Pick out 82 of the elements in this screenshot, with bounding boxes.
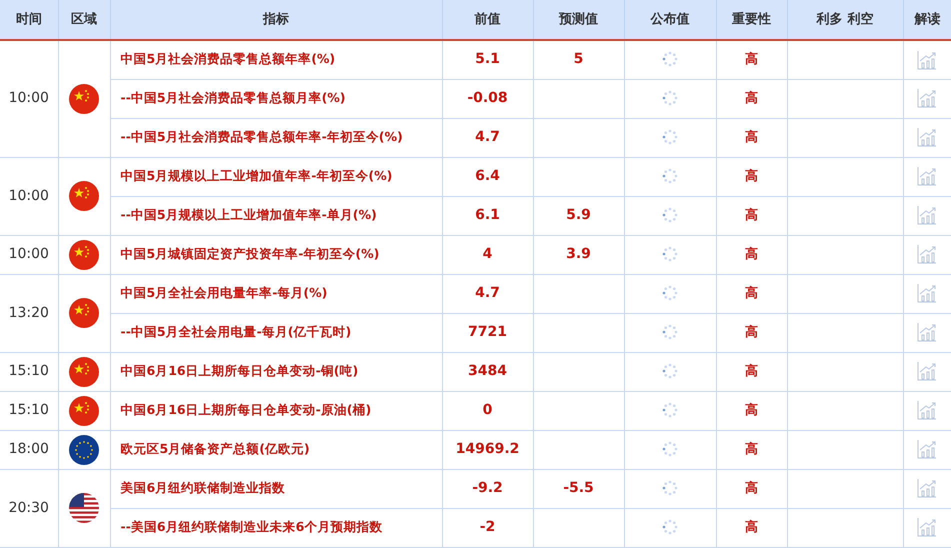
loading-icon bbox=[662, 246, 678, 262]
previous-value: 6.4 bbox=[475, 168, 500, 184]
previous-value: 0 bbox=[482, 402, 492, 418]
chart-icon[interactable] bbox=[917, 205, 937, 226]
importance-text: 高 bbox=[745, 168, 758, 184]
china-flag-icon bbox=[69, 240, 99, 270]
time-text: 15:10 bbox=[8, 363, 49, 379]
time-text: 10:00 bbox=[8, 188, 49, 204]
loading-icon bbox=[662, 285, 678, 302]
china-flag-icon bbox=[69, 298, 99, 328]
chart-icon[interactable] bbox=[917, 400, 937, 420]
previous-value: 14969.2 bbox=[456, 441, 520, 457]
loading-icon bbox=[662, 168, 678, 184]
previous-value: 7721 bbox=[468, 324, 507, 340]
importance-text: 高 bbox=[745, 324, 758, 340]
loading-icon bbox=[662, 207, 678, 224]
loading-icon bbox=[662, 363, 678, 380]
loading-icon bbox=[662, 480, 678, 496]
loading-icon bbox=[662, 51, 678, 68]
column-header: 指标 bbox=[263, 12, 289, 27]
chart-icon[interactable] bbox=[917, 283, 937, 304]
column-header: 预测值 bbox=[559, 12, 598, 27]
time-text: 10:00 bbox=[8, 246, 49, 262]
china-flag-icon bbox=[69, 84, 99, 114]
importance-text: 高 bbox=[745, 286, 758, 301]
importance-text: 高 bbox=[745, 90, 758, 106]
chart-icon[interactable] bbox=[917, 439, 937, 460]
importance-text: 高 bbox=[745, 442, 758, 457]
importance-text: 高 bbox=[745, 130, 758, 145]
loading-icon bbox=[662, 90, 678, 106]
column-header: 前值 bbox=[474, 12, 500, 27]
time-text: 13:20 bbox=[8, 304, 49, 320]
forecast-value: 5.9 bbox=[566, 207, 591, 223]
chart-icon[interactable] bbox=[917, 361, 937, 382]
previous-value: 4.7 bbox=[475, 129, 500, 145]
chart-icon[interactable] bbox=[917, 88, 937, 108]
column-header: 公布值 bbox=[650, 12, 690, 27]
previous-value: 4 bbox=[482, 246, 492, 262]
time-text: 18:00 bbox=[8, 441, 49, 457]
chart-icon[interactable] bbox=[917, 517, 937, 538]
column-header: 时间 bbox=[16, 12, 42, 27]
time-text: 15:10 bbox=[8, 402, 49, 418]
loading-icon bbox=[662, 402, 678, 418]
chart-icon[interactable] bbox=[917, 478, 937, 498]
importance-text: 高 bbox=[745, 520, 758, 535]
china-flag-icon bbox=[69, 181, 99, 211]
loading-icon bbox=[662, 441, 678, 458]
indicator-link[interactable]: 美国6月纽约联储制造业指数 bbox=[120, 480, 286, 496]
importance-text: 高 bbox=[745, 208, 758, 223]
eu-flag-icon bbox=[69, 434, 99, 464]
column-header: 区域 bbox=[71, 12, 97, 27]
time-text: 10:00 bbox=[8, 90, 49, 106]
previous-value: -0.08 bbox=[467, 90, 508, 106]
forecast-value: -5.5 bbox=[563, 480, 594, 496]
previous-value: 4.7 bbox=[475, 285, 500, 301]
importance-text: 高 bbox=[745, 246, 758, 262]
previous-value: 3484 bbox=[468, 363, 507, 379]
previous-value: 6.1 bbox=[475, 207, 500, 223]
loading-icon bbox=[662, 519, 678, 536]
previous-value: 5.1 bbox=[475, 51, 500, 68]
previous-value: -9.2 bbox=[472, 480, 503, 496]
column-header: 利多 利空 bbox=[816, 12, 874, 27]
chart-icon[interactable] bbox=[917, 322, 937, 342]
forecast-value: 3.9 bbox=[566, 246, 591, 262]
us-flag-icon bbox=[69, 493, 99, 523]
china-flag-icon bbox=[69, 396, 99, 426]
previous-value: -2 bbox=[480, 519, 496, 535]
importance-text: 高 bbox=[745, 402, 758, 418]
column-header: 解读 bbox=[914, 12, 940, 27]
chart-icon[interactable] bbox=[917, 166, 937, 186]
time-text: 20:30 bbox=[8, 500, 49, 516]
importance-text: 高 bbox=[745, 52, 758, 67]
loading-icon bbox=[662, 129, 678, 146]
chart-icon[interactable] bbox=[917, 127, 937, 148]
chart-icon[interactable] bbox=[917, 244, 937, 264]
chart-icon[interactable] bbox=[917, 50, 937, 70]
forecast-value: 5 bbox=[574, 51, 584, 68]
loading-icon bbox=[662, 324, 678, 340]
column-header: 重要性 bbox=[732, 12, 771, 27]
importance-text: 高 bbox=[745, 480, 758, 496]
importance-text: 高 bbox=[745, 364, 758, 379]
china-flag-icon bbox=[69, 356, 99, 386]
